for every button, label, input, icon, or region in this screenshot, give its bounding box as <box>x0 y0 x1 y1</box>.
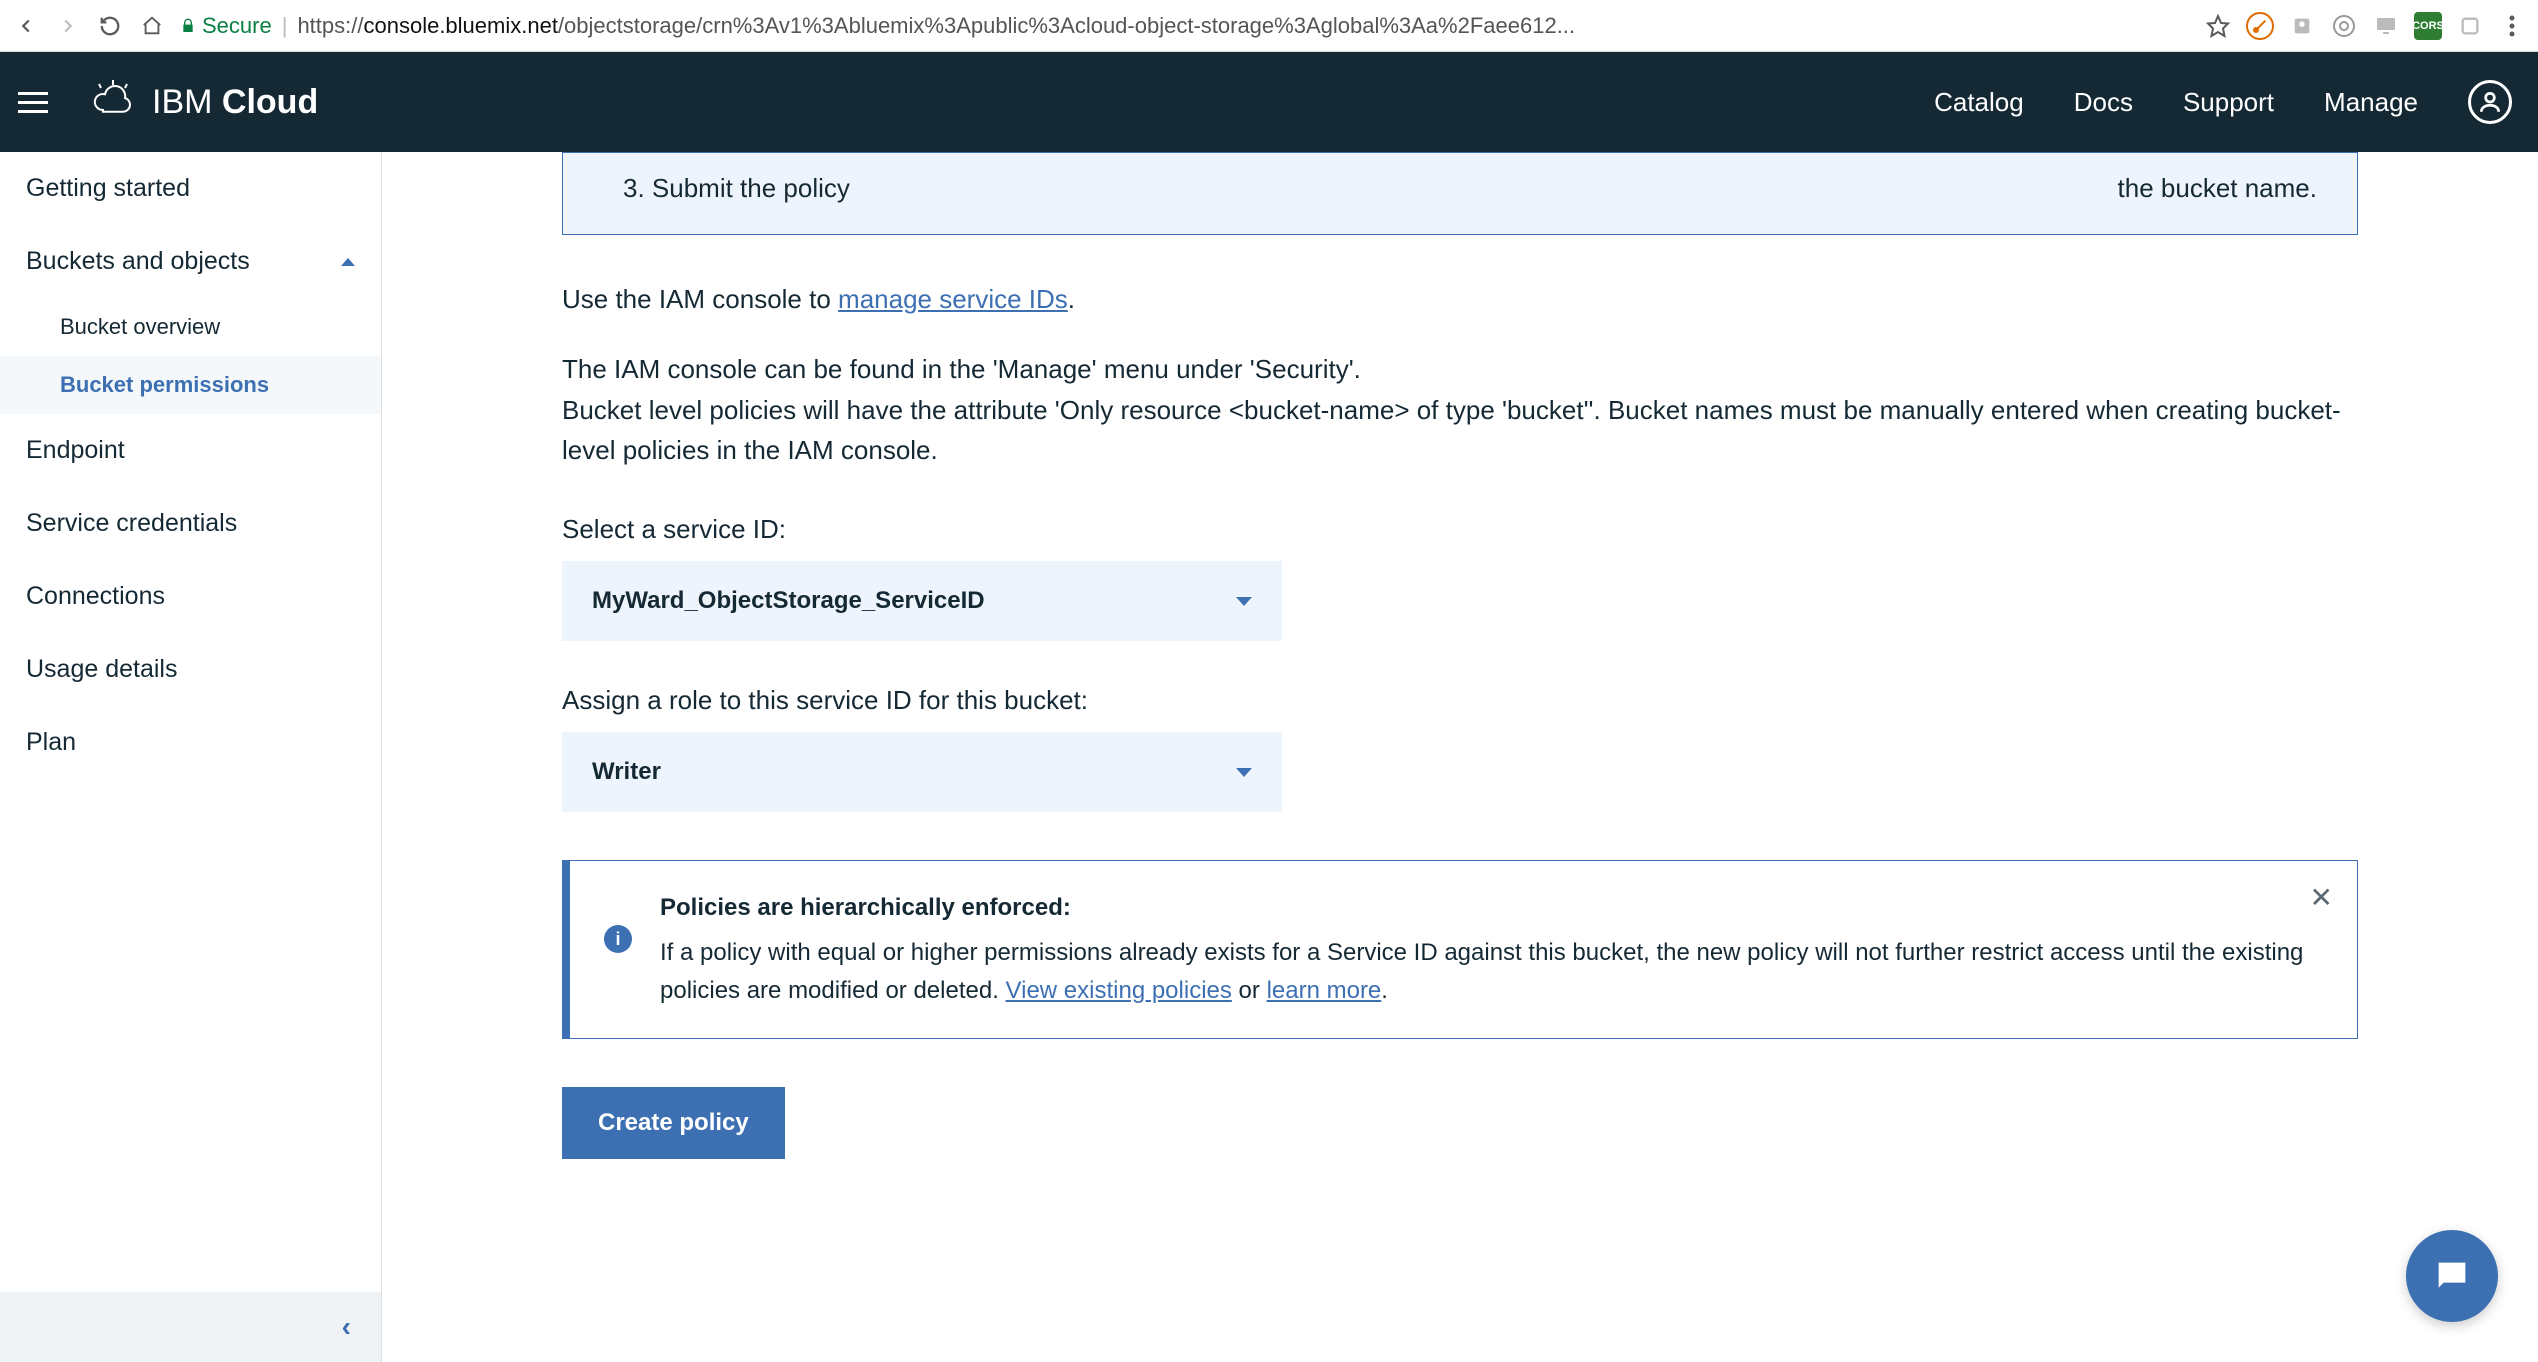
policies-alert: i Policies are hierarchically enforced: … <box>562 860 2358 1039</box>
sidebar-getting-started[interactable]: Getting started <box>0 152 381 225</box>
sidebar-bucket-permissions[interactable]: Bucket permissions <box>0 356 381 414</box>
sidebar-item-label: Buckets and objects <box>26 247 250 276</box>
extension-icon-5[interactable] <box>2456 12 2484 40</box>
extension-cors-icon[interactable]: CORS <box>2414 12 2442 40</box>
info-icon: i <box>604 925 632 953</box>
main-content: 3. Submit the policy the bucket name. Us… <box>382 152 2538 1362</box>
hamburger-menu-icon[interactable] <box>18 80 62 124</box>
cloud-logo-icon <box>88 77 138 127</box>
home-icon[interactable] <box>138 12 166 40</box>
chevron-up-icon <box>341 258 355 266</box>
sidebar-footer: ‹ <box>0 1292 381 1362</box>
nav-docs[interactable]: Docs <box>2074 87 2133 118</box>
extension-icon-2[interactable] <box>2288 12 2316 40</box>
assign-role-label: Assign a role to this service ID for thi… <box>562 685 2358 716</box>
nav-manage[interactable]: Manage <box>2324 87 2418 118</box>
avatar-icon[interactable] <box>2468 80 2512 124</box>
steps-card: 3. Submit the policy the bucket name. <box>562 152 2358 235</box>
forward-icon[interactable] <box>54 12 82 40</box>
service-id-dropdown[interactable]: MyWard_ObjectStorage_ServiceID <box>562 561 1282 641</box>
chat-fab-button[interactable] <box>2406 1230 2498 1322</box>
alert-heading: Policies are hierarchically enforced: <box>660 889 2323 927</box>
extension-icon-4[interactable] <box>2372 12 2400 40</box>
secure-indicator: Secure <box>180 13 272 39</box>
close-alert-icon[interactable]: ✕ <box>2310 881 2333 914</box>
sidebar-bucket-overview[interactable]: Bucket overview <box>0 298 381 356</box>
top-nav: IBM Cloud Catalog Docs Support Manage <box>0 52 2538 152</box>
step-text: 3. Submit the policy <box>623 173 850 204</box>
collapse-sidebar-icon[interactable]: ‹ <box>342 1311 351 1343</box>
extension-icon-1[interactable] <box>2246 12 2274 40</box>
sidebar: Getting started Buckets and objects Buck… <box>0 152 382 1362</box>
browser-chrome-bar: Secure | https://console.bluemix.net/obj… <box>0 0 2538 52</box>
role-value: Writer <box>592 758 661 786</box>
nav-support[interactable]: Support <box>2183 87 2274 118</box>
alert-body-text: If a policy with equal or higher permiss… <box>660 934 2323 1011</box>
extensions-area: CORS <box>2246 12 2526 40</box>
iam-help-text: The IAM console can be found in the 'Man… <box>562 349 2358 470</box>
chevron-down-icon <box>1236 597 1252 606</box>
iam-sentence: Use the IAM console to manage service ID… <box>562 279 2358 319</box>
sidebar-endpoint[interactable]: Endpoint <box>0 414 381 487</box>
step-right-note: the bucket name. <box>2118 173 2317 204</box>
sidebar-connections[interactable]: Connections <box>0 560 381 633</box>
url-bar[interactable]: Secure | https://console.bluemix.net/obj… <box>180 13 2190 39</box>
secure-label: Secure <box>202 13 272 39</box>
learn-more-link[interactable]: learn more <box>1267 977 1382 1004</box>
nav-catalog[interactable]: Catalog <box>1934 87 2024 118</box>
reload-icon[interactable] <box>96 12 124 40</box>
url-text: https://console.bluemix.net/objectstorag… <box>297 13 1575 39</box>
bookmark-star-icon[interactable] <box>2204 12 2232 40</box>
role-dropdown[interactable]: Writer <box>562 732 1282 812</box>
chrome-menu-icon[interactable] <box>2498 12 2526 40</box>
service-id-value: MyWard_ObjectStorage_ServiceID <box>592 587 985 615</box>
back-icon[interactable] <box>12 12 40 40</box>
sidebar-service-credentials[interactable]: Service credentials <box>0 487 381 560</box>
view-existing-policies-link[interactable]: View existing policies <box>1006 977 1232 1004</box>
brand[interactable]: IBM Cloud <box>88 77 318 127</box>
select-service-label: Select a service ID: <box>562 514 2358 545</box>
chevron-down-icon <box>1236 768 1252 777</box>
manage-service-ids-link[interactable]: manage service IDs <box>838 284 1068 314</box>
brand-text: IBM Cloud <box>152 83 318 122</box>
sidebar-usage-details[interactable]: Usage details <box>0 633 381 706</box>
sidebar-plan[interactable]: Plan <box>0 706 381 779</box>
create-policy-button[interactable]: Create policy <box>562 1087 785 1159</box>
extension-icon-3[interactable] <box>2330 12 2358 40</box>
sidebar-buckets-and-objects[interactable]: Buckets and objects <box>0 225 381 298</box>
